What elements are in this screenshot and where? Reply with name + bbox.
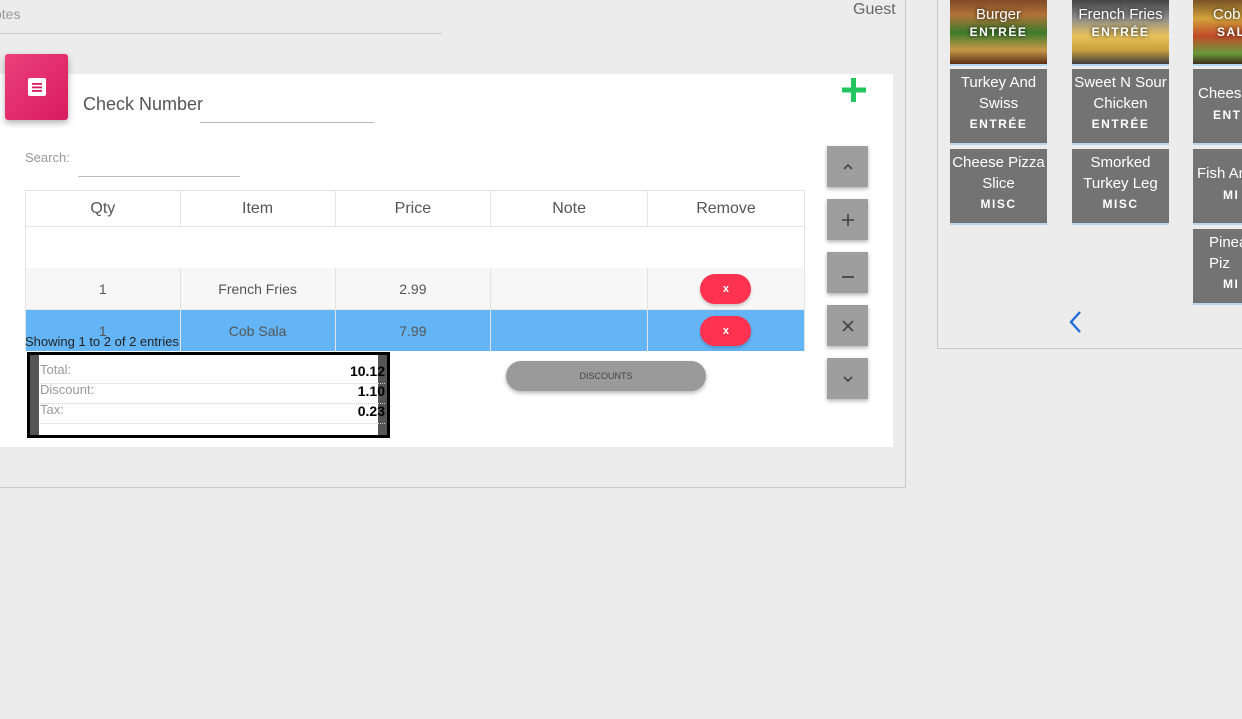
qty-cell: 1 (25, 268, 181, 310)
check-number-label: Check Number (83, 94, 204, 114)
discount-value: 1.10 (357, 383, 385, 399)
menu-tile-name: French Fries (1078, 6, 1163, 23)
previous-page-button[interactable] (1066, 308, 1086, 336)
remove-cell: x (646, 309, 806, 351)
scroll-up-button[interactable] (827, 146, 868, 187)
menu-tile-category: ENT (1213, 108, 1242, 122)
plus-icon (842, 78, 866, 102)
table-header-row: Qty Item Price Note Remove (25, 190, 806, 227)
menu-tile-cheese[interactable]: Cheese ENT (1193, 69, 1242, 145)
increase-qty-button[interactable] (827, 199, 868, 240)
delete-item-button[interactable] (827, 305, 868, 346)
menu-tile-name: Cheese (1198, 85, 1242, 102)
tax-value: 0.23 (357, 403, 385, 419)
receipt-icon-badge (5, 54, 68, 120)
receipt-icon (27, 78, 46, 96)
menu-tile-category: MI (1223, 277, 1240, 291)
chevron-down-icon (842, 376, 853, 383)
add-check-button[interactable] (840, 76, 868, 106)
close-icon (841, 320, 854, 332)
menu-tile-category: ENTRÉE (1091, 25, 1150, 39)
guest-label: Guest (853, 1, 896, 18)
note-cell (490, 309, 648, 351)
menu-tile-cheese-pizza-slice[interactable]: Cheese Pizza Slice MISC (950, 149, 1047, 225)
discounts-button[interactable]: DISCOUNTS (506, 361, 706, 391)
price-cell: 2.99 (334, 268, 492, 310)
order-panel: otes Guest Check Number Search: Qty Item… (0, 0, 906, 488)
check-number-input[interactable] (200, 94, 374, 123)
plus-icon (841, 214, 854, 226)
order-items-table: Qty Item Price Note Remove 1 French Frie… (25, 190, 806, 351)
total-value: 10.12 (349, 363, 385, 379)
table-row[interactable]: 1 French Fries 2.99 x (25, 268, 806, 310)
menu-tile-category: ENTRÉE (1091, 117, 1150, 131)
entries-info: Showing 1 to 2 of 2 entries (25, 334, 179, 349)
menu-tile-name: Cheese Pizza Slice (952, 154, 1045, 192)
menu-tile-name: Fish An (1197, 165, 1242, 182)
menu-tile-category: MI (1223, 188, 1240, 202)
column-header-note[interactable]: Note (490, 190, 648, 227)
column-header-remove[interactable]: Remove (646, 190, 806, 227)
menu-tile-pineapple-pizza[interactable]: Pinea Piz MI (1193, 229, 1242, 305)
table-spacer (25, 226, 805, 268)
scroll-down-button[interactable] (827, 358, 868, 399)
decrease-qty-button[interactable] (827, 252, 868, 293)
menu-tile-smorked-turkey-leg[interactable]: Smorked Turkey Leg MISC (1072, 149, 1169, 225)
tax-row: Tax: 0.23 (40, 402, 385, 424)
item-cell: French Fries (179, 268, 336, 310)
discount-label: Discount: (40, 382, 95, 397)
chevron-up-icon (842, 163, 853, 170)
menu-tile-name: Smorked Turkey Leg (1083, 154, 1158, 192)
tax-label: Tax: (40, 402, 64, 417)
column-header-qty[interactable]: Qty (25, 190, 181, 227)
remove-item-button[interactable]: x (700, 273, 752, 304)
price-cell: 7.99 (334, 309, 492, 351)
menu-tile-burger[interactable]: Burger ENTRÉE (950, 0, 1047, 66)
menu-tile-category: ENTRÉE (969, 25, 1028, 39)
minus-icon (841, 276, 854, 278)
search-label: Search: (25, 150, 70, 165)
menu-tile-category: MISC (980, 197, 1017, 211)
discount-row: Discount: 1.10 (40, 382, 385, 404)
menu-tile-french-fries[interactable]: French Fries ENTRÉE (1072, 0, 1169, 66)
menu-tile-category: MISC (1102, 197, 1139, 211)
menu-tile-name: Cob (1213, 6, 1241, 23)
menu-tile-category: ENTRÉE (969, 117, 1028, 131)
search-input[interactable] (78, 146, 240, 177)
menu-tile-name: Sweet N Sour Chicken (1074, 74, 1167, 112)
menu-tile-fish[interactable]: Fish An MI (1193, 149, 1242, 225)
totals-box: Total: 10.12 Discount: 1.10 Tax: 0.23 (27, 352, 390, 438)
column-header-price[interactable]: Price (334, 190, 492, 227)
total-label: Total: (40, 362, 72, 377)
menu-tile-name: Pinea Piz (1209, 234, 1242, 272)
notes-field[interactable]: otes (0, 0, 442, 34)
menu-tile-cob-salad[interactable]: Cob SAL (1193, 0, 1242, 66)
remove-cell: x (646, 268, 806, 310)
chevron-left-icon (1069, 311, 1081, 333)
menu-tile-turkey-and-swiss[interactable]: Turkey And Swiss ENTRÉE (950, 69, 1047, 145)
remove-item-button[interactable]: x (700, 315, 752, 346)
item-cell: Cob Sala (179, 309, 336, 351)
menu-tile-name: Turkey And Swiss (960, 74, 1037, 112)
menu-tile-name: Burger (975, 6, 1022, 23)
note-cell (490, 268, 648, 310)
menu-tile-category: SAL (1217, 25, 1242, 39)
total-row: Total: 10.12 (40, 362, 385, 384)
totals-border-left (30, 355, 39, 435)
menu-tile-sweet-n-sour-chicken[interactable]: Sweet N Sour Chicken ENTRÉE (1072, 69, 1169, 145)
notes-label: otes (0, 6, 21, 22)
column-header-item[interactable]: Item (179, 190, 336, 227)
